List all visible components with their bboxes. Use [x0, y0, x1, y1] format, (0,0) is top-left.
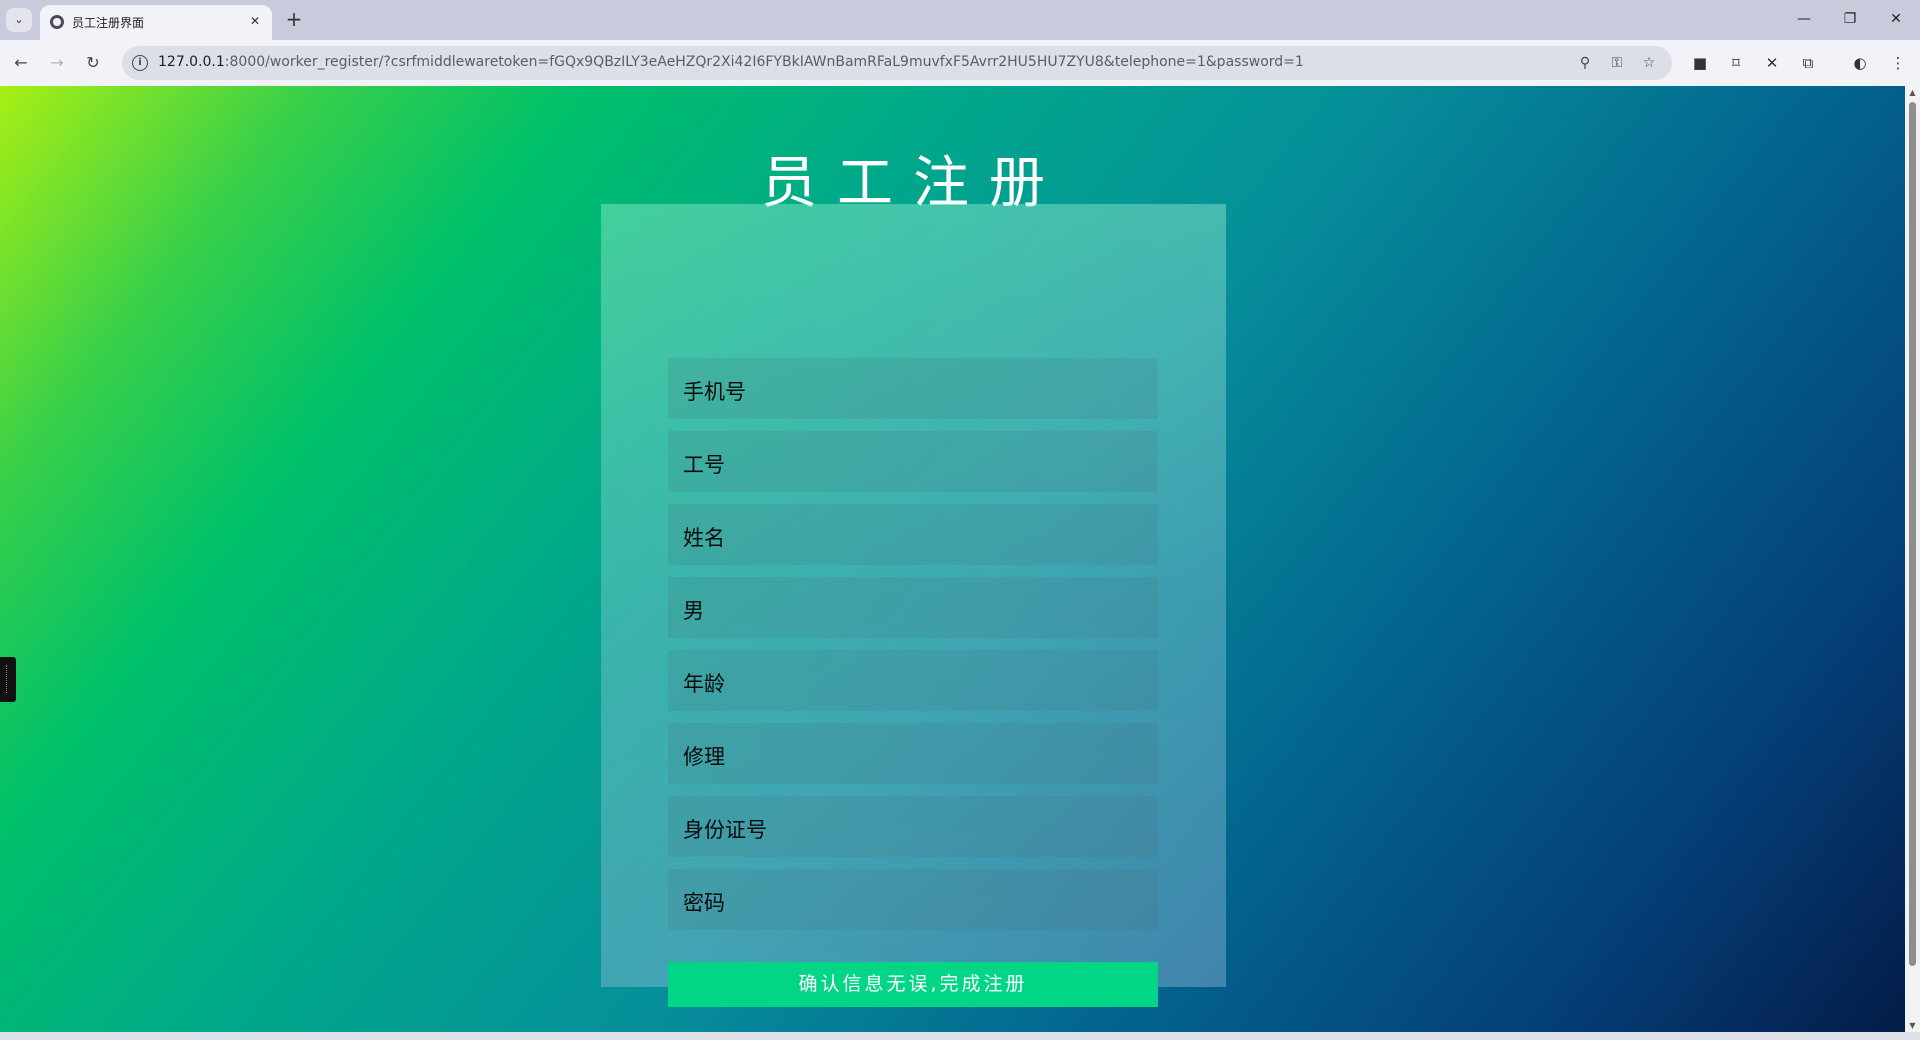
scroll-thumb[interactable]	[1909, 102, 1916, 966]
tab-bar: ⌄ 员工注册界面 ✕ + — ❐ ✕	[0, 0, 1920, 40]
name-value: 姓名	[683, 526, 725, 550]
worker-id-input[interactable]: 工号	[668, 431, 1158, 492]
browser-toolbar: ← → ↻ i 127.0.0.1:8000/worker_register/?…	[0, 40, 1920, 86]
url-path: :8000/worker_register/?csrfmiddlewaretok…	[224, 54, 1304, 70]
window-minimize-button[interactable]: —	[1784, 6, 1824, 32]
url-text[interactable]: 127.0.0.1:8000/worker_register/?csrfmidd…	[158, 54, 1304, 70]
id-card-input[interactable]: 身份证号	[668, 796, 1158, 857]
bookmark-star-icon[interactable]: ☆	[1640, 54, 1658, 72]
page-scrollbar[interactable]: ▲ ▼	[1905, 86, 1920, 1032]
site-info-icon[interactable]: i	[132, 55, 148, 71]
url-host: 127.0.0.1	[158, 54, 225, 70]
tab-close-icon[interactable]: ✕	[246, 12, 264, 30]
tab-search-chevron-icon[interactable]: ⌄	[6, 8, 32, 32]
grip-icon	[6, 665, 9, 693]
window-close-button[interactable]: ✕	[1876, 6, 1916, 32]
window-restore-button[interactable]: ❐	[1830, 6, 1870, 32]
new-tab-button[interactable]: +	[282, 7, 306, 31]
side-floating-widget[interactable]	[0, 657, 16, 702]
age-input[interactable]: 年龄	[668, 650, 1158, 711]
tab-title: 员工注册界面	[72, 16, 145, 30]
id-card-value: 身份证号	[683, 818, 767, 842]
name-input[interactable]: 姓名	[668, 504, 1158, 565]
password-value: 密码	[683, 891, 725, 915]
telephone-value: 手机号	[683, 380, 746, 404]
job-input[interactable]: 修理	[668, 723, 1158, 784]
browser-menu-icon[interactable]: ⋮	[1887, 52, 1909, 74]
forward-button[interactable]: →	[45, 51, 69, 75]
page-viewport: 员工注册 手机号 工号 姓名 男 年龄 修理 身份证号 密码 确认信息无误,完成…	[0, 86, 1905, 1032]
extensions-puzzle-icon[interactable]: ⧉	[1797, 52, 1819, 74]
address-bar[interactable]: i 127.0.0.1:8000/worker_register/?csrfmi…	[122, 46, 1672, 80]
globe-icon	[50, 15, 64, 29]
password-key-icon[interactable]: ⚿	[1608, 54, 1626, 72]
gender-value: 男	[683, 599, 704, 623]
zoom-icon[interactable]: ⚲	[1576, 54, 1594, 72]
bottom-edge	[0, 1032, 1920, 1040]
gender-input[interactable]: 男	[668, 577, 1158, 638]
scroll-up-arrow-icon[interactable]: ▲	[1908, 88, 1917, 97]
worker-id-value: 工号	[683, 453, 725, 477]
submit-register-button[interactable]: 确认信息无误,完成注册	[668, 962, 1158, 1007]
active-tab[interactable]: 员工注册界面 ✕	[40, 5, 272, 40]
profile-avatar-icon[interactable]: ◐	[1849, 52, 1871, 74]
bookmarks-icon[interactable]: ⌑	[1725, 52, 1747, 74]
scroll-down-arrow-icon[interactable]: ▼	[1908, 1021, 1917, 1030]
password-input[interactable]: 密码	[668, 869, 1158, 930]
telephone-input[interactable]: 手机号	[668, 358, 1158, 419]
extension-close-icon[interactable]: ✕	[1761, 52, 1783, 74]
age-value: 年龄	[683, 672, 725, 696]
back-button[interactable]: ←	[9, 51, 33, 75]
job-value: 修理	[683, 745, 725, 769]
reload-button[interactable]: ↻	[81, 51, 105, 75]
register-form-card: 手机号 工号 姓名 男 年龄 修理 身份证号 密码 确认信息无误,完成注册	[601, 204, 1226, 1007]
reader-mode-icon[interactable]: ■	[1689, 52, 1711, 74]
